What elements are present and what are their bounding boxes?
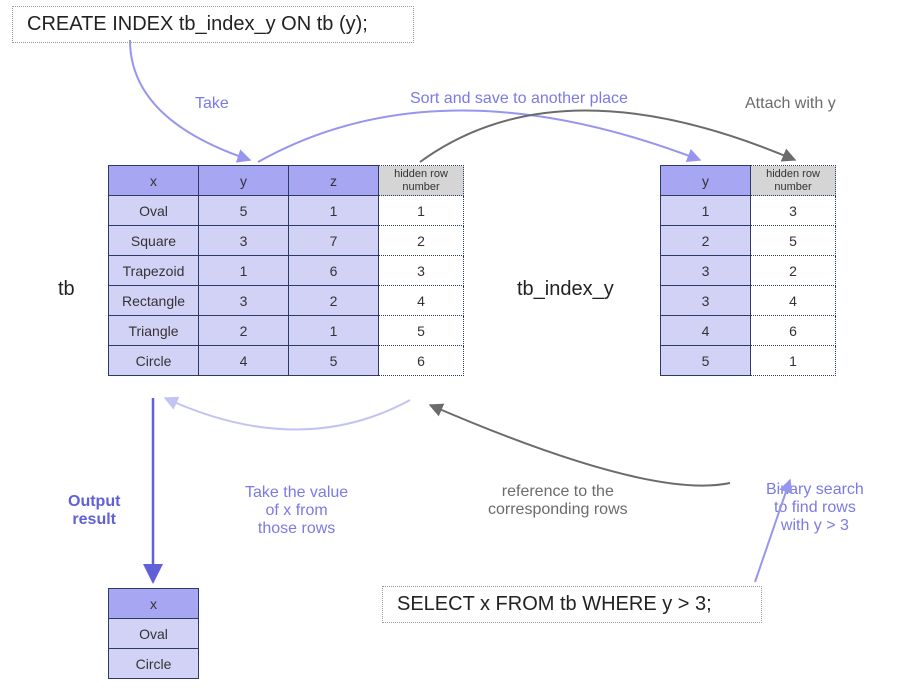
tb-cell: 2 [199, 316, 289, 346]
tb-cell: Rectangle [109, 286, 199, 316]
arrow-sort-save [258, 110, 700, 162]
table-row: Triangle215 [109, 316, 464, 346]
table-row: 32 [661, 256, 836, 286]
idx-cell: 4 [661, 316, 751, 346]
table-row: Square372 [109, 226, 464, 256]
tb-cell: Square [109, 226, 199, 256]
arrow-attach [420, 110, 795, 162]
label-tb-name: tb [58, 278, 75, 301]
tb-cell: 2 [289, 286, 379, 316]
idx-hidden-cell: 2 [751, 256, 836, 286]
tb-header-y: y [199, 166, 289, 196]
table-row: Oval [109, 619, 199, 649]
label-sort-save: Sort and save to another place [410, 90, 628, 108]
table-row: 34 [661, 286, 836, 316]
table-tb-header-row: x y z hidden row number [109, 166, 464, 196]
tb-cell: 1 [289, 316, 379, 346]
idx-cell: 3 [661, 256, 751, 286]
table-row: Rectangle324 [109, 286, 464, 316]
idx-cell: 2 [661, 226, 751, 256]
tb-cell: Circle [109, 346, 199, 376]
table-row: 51 [661, 346, 836, 376]
tb-cell: 3 [199, 226, 289, 256]
idx-hidden-cell: 3 [751, 196, 836, 226]
label-output: Output result [68, 493, 120, 529]
idx-hidden-cell: 6 [751, 316, 836, 346]
sql-create-box: CREATE INDEX tb_index_y ON tb (y); [12, 6, 414, 43]
sql-select-text: SELECT x FROM tb WHERE y > 3; [397, 593, 712, 615]
table-row: Oval511 [109, 196, 464, 226]
table-row: 46 [661, 316, 836, 346]
tb-hidden-cell: 2 [379, 226, 464, 256]
tb-header-z: z [289, 166, 379, 196]
idx-hidden-cell: 4 [751, 286, 836, 316]
idx-header-hidden: hidden row number [751, 166, 836, 196]
tb-cell: 4 [199, 346, 289, 376]
result-cell: Circle [109, 649, 199, 679]
label-binary: Binary search to find rows with y > 3 [766, 481, 864, 535]
idx-hidden-cell: 1 [751, 346, 836, 376]
tb-cell: 5 [199, 196, 289, 226]
table-index: y hidden row number 13 25 32 34 46 51 [660, 165, 836, 376]
table-index-header-row: y hidden row number [661, 166, 836, 196]
label-reference: reference to the corresponding rows [488, 483, 628, 519]
tb-hidden-cell: 4 [379, 286, 464, 316]
table-row: Circle456 [109, 346, 464, 376]
arrow-reference [430, 405, 730, 486]
result-cell: Oval [109, 619, 199, 649]
result-header: x [109, 589, 199, 619]
table-row: 13 [661, 196, 836, 226]
sql-select-box: SELECT x FROM tb WHERE y > 3; [382, 586, 762, 623]
tb-cell: 1 [289, 196, 379, 226]
arrow-take [130, 40, 250, 160]
sql-create-text: CREATE INDEX tb_index_y ON tb (y); [27, 13, 368, 35]
tb-cell: Triangle [109, 316, 199, 346]
tb-hidden-cell: 6 [379, 346, 464, 376]
tb-cell: 6 [289, 256, 379, 286]
idx-cell: 5 [661, 346, 751, 376]
table-tb: x y z hidden row number Oval511 Square37… [108, 165, 464, 376]
table-result: x Oval Circle [108, 588, 199, 679]
tb-header-hidden: hidden row number [379, 166, 464, 196]
idx-header-y: y [661, 166, 751, 196]
tb-cell: 5 [289, 346, 379, 376]
label-take: Take [195, 95, 229, 113]
table-row: Trapezoid163 [109, 256, 464, 286]
label-attach: Attach with y [745, 95, 836, 113]
table-result-header-row: x [109, 589, 199, 619]
idx-hidden-cell: 5 [751, 226, 836, 256]
idx-cell: 3 [661, 286, 751, 316]
arrow-take-x [165, 398, 410, 430]
table-row: Circle [109, 649, 199, 679]
tb-hidden-cell: 1 [379, 196, 464, 226]
tb-cell: 3 [199, 286, 289, 316]
tb-cell: 1 [199, 256, 289, 286]
label-take-x: Take the value of x from those rows [245, 484, 348, 538]
table-row: 25 [661, 226, 836, 256]
tb-cell: 7 [289, 226, 379, 256]
idx-cell: 1 [661, 196, 751, 226]
tb-hidden-cell: 3 [379, 256, 464, 286]
tb-cell: Oval [109, 196, 199, 226]
tb-cell: Trapezoid [109, 256, 199, 286]
tb-header-x: x [109, 166, 199, 196]
label-idx-name: tb_index_y [517, 278, 614, 301]
tb-hidden-cell: 5 [379, 316, 464, 346]
